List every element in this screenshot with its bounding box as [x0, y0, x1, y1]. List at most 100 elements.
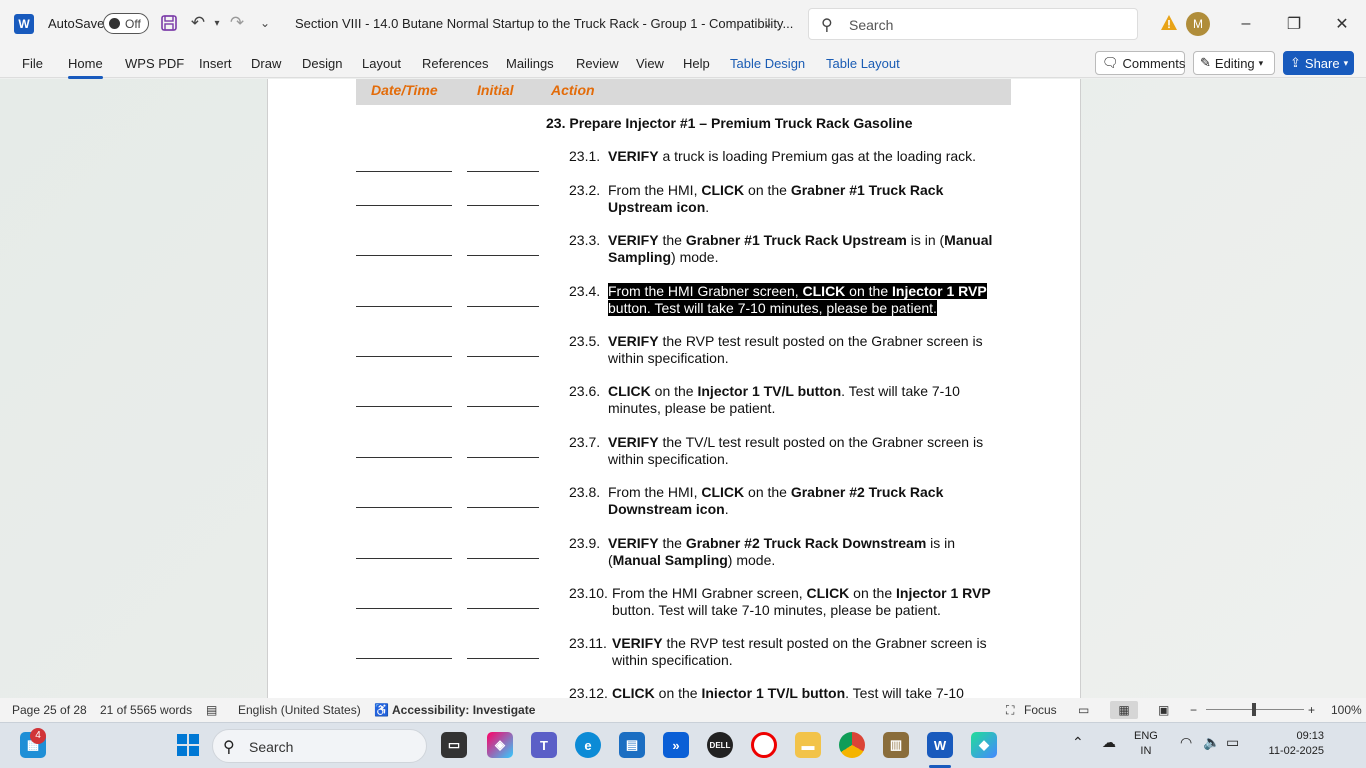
web-layout-icon[interactable]: ▣ [1158, 703, 1169, 717]
language-indicator[interactable]: English (United States) [238, 703, 361, 717]
copilot-icon[interactable]: ◈ [487, 732, 513, 758]
step-number: 23.9. [569, 535, 601, 551]
redo-icon[interactable]: ↷ [226, 12, 248, 34]
initial-signature-line[interactable] [467, 608, 539, 609]
minimize-icon[interactable]: – [1234, 12, 1258, 36]
date-time-signature-line[interactable] [356, 558, 452, 559]
lang-top: ENG [1134, 730, 1158, 742]
dell-icon[interactable]: DELL [707, 732, 733, 758]
language-indicator-tray[interactable]: ENG IN [1134, 729, 1158, 759]
volume-icon[interactable]: 🔈 [1203, 735, 1220, 750]
initial-signature-line[interactable] [467, 658, 539, 659]
date-time-signature-line[interactable] [356, 658, 452, 659]
wifi-icon[interactable]: ◠ [1180, 735, 1192, 750]
user-avatar[interactable]: M [1186, 12, 1210, 36]
editing-mode-button[interactable]: ✎ Editing ▾ [1193, 51, 1275, 75]
tab-home[interactable]: Home [68, 56, 103, 79]
date-time-signature-line[interactable] [356, 406, 452, 407]
tab-help[interactable]: Help [683, 56, 710, 71]
maximize-icon[interactable]: ❐ [1282, 12, 1306, 36]
taskbar-search-input[interactable]: ⚲ Search [212, 729, 427, 763]
warning-icon[interactable] [1160, 14, 1178, 32]
edge-icon[interactable]: e [575, 732, 601, 758]
start-icon[interactable] [175, 732, 201, 758]
onedrive-icon[interactable]: ☁ [1102, 735, 1116, 750]
autosave-toggle[interactable]: Off [103, 13, 149, 34]
date-time-signature-line[interactable] [356, 306, 452, 307]
initial-signature-line[interactable] [467, 306, 539, 307]
show-hidden-icons[interactable]: ⌃ [1072, 735, 1084, 750]
search-input[interactable]: ⚲ Search [808, 8, 1138, 40]
task-view-icon[interactable]: ▭ [441, 732, 467, 758]
tab-review[interactable]: Review [576, 56, 619, 71]
initial-signature-line[interactable] [467, 356, 539, 357]
editing-chevron-icon: ▾ [1258, 57, 1264, 68]
customize-toolbar-icon[interactable]: ⌄ [254, 12, 276, 34]
initial-signature-line[interactable] [467, 558, 539, 559]
date-time-signature-line[interactable] [356, 171, 452, 172]
zoom-slider-handle[interactable] [1252, 703, 1256, 716]
tab-file[interactable]: File [22, 56, 43, 71]
focus-button[interactable]: Focus [1024, 703, 1057, 717]
proofing-icon[interactable]: ▤ [206, 703, 217, 717]
date-time-signature-line[interactable] [356, 608, 452, 609]
initial-signature-line[interactable] [467, 457, 539, 458]
date-time-signature-line[interactable] [356, 507, 452, 508]
clock-date: 11-02-2025 [1268, 745, 1324, 757]
step-text: VERIFY the RVP test result posted on the… [612, 635, 987, 668]
accessibility-icon: ♿ [374, 703, 389, 717]
tab-mailings[interactable]: Mailings [506, 56, 554, 71]
status-bar: Page 25 of 28 21 of 5565 words ▤ English… [0, 698, 1366, 722]
archive-app-icon[interactable]: ▥ [883, 732, 909, 758]
tab-table-layout[interactable]: Table Layout [826, 56, 900, 71]
zoom-level[interactable]: 100% [1331, 703, 1362, 717]
undo-dropdown-icon[interactable]: ▾ [206, 12, 228, 34]
opera-icon[interactable] [751, 732, 777, 758]
date-time-signature-line[interactable] [356, 356, 452, 357]
battery-icon[interactable]: ▭ [1226, 735, 1239, 750]
tab-table-design[interactable]: Table Design [730, 56, 805, 71]
close-icon[interactable]: ✕ [1330, 12, 1354, 36]
focus-icon: ⛶ [1006, 703, 1015, 717]
print-layout-icon[interactable]: ▦ [1110, 701, 1138, 719]
word-count[interactable]: 21 of 5565 words [100, 703, 192, 717]
word-taskbar-icon[interactable]: W [927, 732, 953, 758]
gallery-icon[interactable]: ◆ [971, 732, 997, 758]
document-title[interactable]: Section VIII - 14.0 Butane Normal Startu… [295, 16, 793, 31]
chrome-icon[interactable] [839, 732, 865, 758]
read-mode-icon[interactable]: ▭ [1078, 703, 1089, 717]
tab-wps-pdf[interactable]: WPS PDF [125, 56, 184, 71]
teams-icon[interactable]: T [531, 732, 557, 758]
document-canvas[interactable]: Date/Time Initial Action 23. Prepare Inj… [0, 79, 1366, 698]
tab-design[interactable]: Design [302, 56, 342, 71]
power-automate-icon[interactable]: » [663, 732, 689, 758]
document-page[interactable]: Date/Time Initial Action 23. Prepare Inj… [267, 79, 1081, 698]
share-button[interactable]: ⇪ Share ▾ [1283, 51, 1354, 75]
date-time-signature-line[interactable] [356, 457, 452, 458]
initial-signature-line[interactable] [467, 171, 539, 172]
page-count[interactable]: Page 25 of 28 [12, 703, 87, 717]
store-icon[interactable]: ▤ [619, 732, 645, 758]
title-chevron-down-icon[interactable]: ⌄ [757, 12, 779, 34]
comments-button[interactable]: 🗨 Comments [1095, 51, 1185, 75]
autosave-state: Off [125, 17, 141, 31]
initial-signature-line[interactable] [467, 205, 539, 206]
save-icon[interactable] [158, 12, 180, 34]
step-text: From the HMI Grabner screen, CLICK on th… [612, 585, 991, 618]
file-explorer-icon[interactable]: ▬ [795, 732, 821, 758]
accessibility-status[interactable]: Accessibility: Investigate [392, 703, 535, 717]
initial-signature-line[interactable] [467, 255, 539, 256]
share-icon: ⇪ [1290, 55, 1301, 70]
initial-signature-line[interactable] [467, 406, 539, 407]
initial-signature-line[interactable] [467, 507, 539, 508]
tab-view[interactable]: View [636, 56, 664, 71]
tab-references[interactable]: References [422, 56, 488, 71]
date-time-signature-line[interactable] [356, 205, 452, 206]
tab-insert[interactable]: Insert [199, 56, 232, 71]
tab-draw[interactable]: Draw [251, 56, 281, 71]
zoom-in-icon[interactable]: + [1308, 703, 1315, 717]
tab-layout[interactable]: Layout [362, 56, 401, 71]
zoom-out-icon[interactable]: − [1190, 703, 1197, 717]
clock[interactable]: 09:13 11-02-2025 [1262, 729, 1324, 759]
date-time-signature-line[interactable] [356, 255, 452, 256]
